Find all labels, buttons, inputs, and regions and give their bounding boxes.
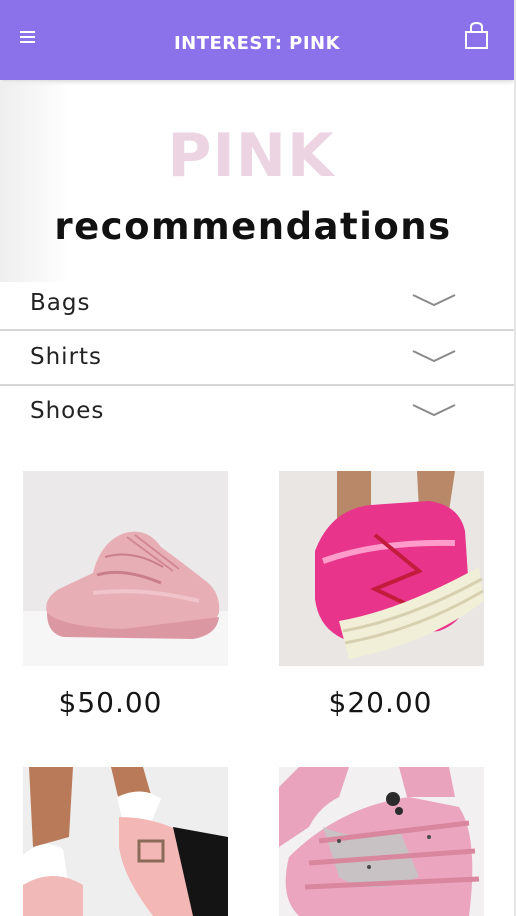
chevron-down-icon[interactable] — [411, 292, 457, 310]
shopping-bag-icon[interactable] — [463, 21, 491, 51]
chevron-down-icon[interactable] — [411, 402, 457, 420]
hero-subtitle: recommendations — [54, 205, 452, 248]
category-bags[interactable]: Bags — [0, 278, 514, 332]
chevron-down-icon[interactable] — [411, 348, 457, 366]
product-image-mary-jane-platform[interactable] — [23, 767, 228, 916]
product-price: $50.00 — [58, 686, 163, 719]
product-image-metallic-platform[interactable] — [279, 471, 484, 666]
product-image-strappy-wedge[interactable] — [279, 767, 484, 916]
category-label: Shoes — [30, 398, 105, 424]
category-divider — [0, 329, 514, 331]
category-label: Shirts — [30, 344, 103, 370]
hero-title: PINK — [167, 121, 335, 191]
category-shoes[interactable]: Shoes — [0, 386, 514, 440]
product-price: $20.00 — [328, 686, 433, 719]
product-image-pink-sneaker[interactable] — [23, 471, 228, 666]
category-shirts[interactable]: Shirts — [0, 332, 514, 386]
category-label: Bags — [30, 290, 91, 316]
app-header: INTEREST: PINK — [0, 0, 514, 80]
page-title: INTEREST: PINK — [173, 33, 341, 54]
